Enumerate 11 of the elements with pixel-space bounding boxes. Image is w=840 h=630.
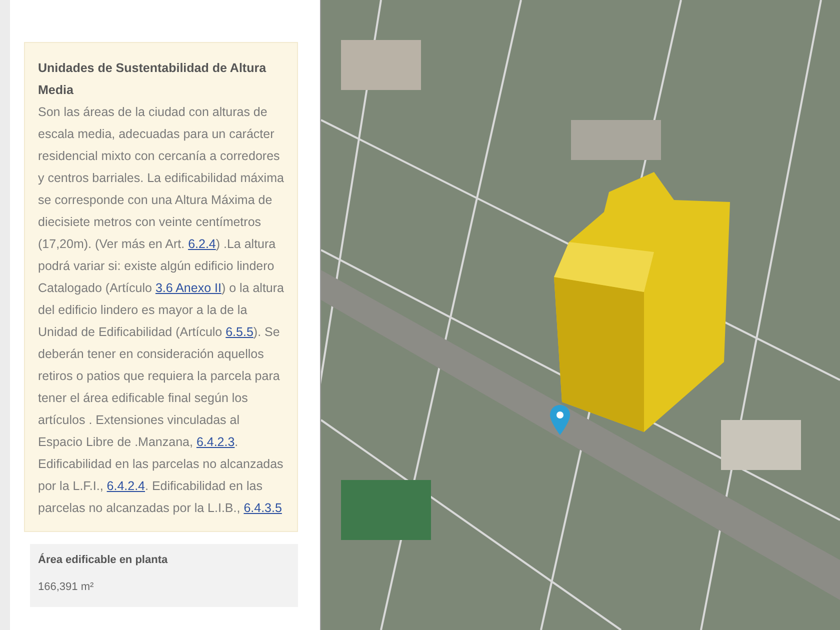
location-pin-icon	[550, 405, 570, 435]
article-link[interactable]: 6.4.2.4	[106, 479, 146, 493]
description-paragraph: Son las áreas de la ciudad con alturas de escala media, adecuadas para un carácter residencial mixto con cercanía a corredores y centros barriales. La edificabilidad máxima se corresponde con una Altura Máxima de diecisiete metros con veinte centímetros (17,20m). (Ver más en Art. 6.2.4) .La altura podrá variar si: existe algún edificio lindero Catalogado (Artículo 3.6 Anexo II) o la altura del edificio lindero es mayor a la de la Unidad de Edificabilidad (Artículo 6.5.5). Se deberán tener en consideración aquellos retiros o patios que requiera la parcela para tener el área edificable final según los artículos . Extensiones vinculadas al Espacio Libre de .Manzana, 6.4.2.3. Edificabilidad en las parcelas no alcanzadas por la L.F.I., 6.4.2.4. Edificabilidad en las parcelas no alcanzadas por la L.I.B., 6.4.3.5	[38, 104, 284, 517]
area-label: Área edificable en planta	[38, 552, 169, 568]
card-title: Unidades de Sustentabilidad de Altura Media	[38, 60, 268, 99]
article-link[interactable]: 6.4.2.3	[196, 435, 235, 449]
article-link[interactable]: 6.4.3.5	[244, 501, 282, 515]
article-link[interactable]: 6.5.5	[226, 325, 254, 339]
article-link[interactable]: 6.2.4	[188, 237, 216, 251]
article-link[interactable]: 3.6 Anexo II	[155, 281, 222, 295]
area-value: 166,391 m²	[38, 580, 95, 594]
